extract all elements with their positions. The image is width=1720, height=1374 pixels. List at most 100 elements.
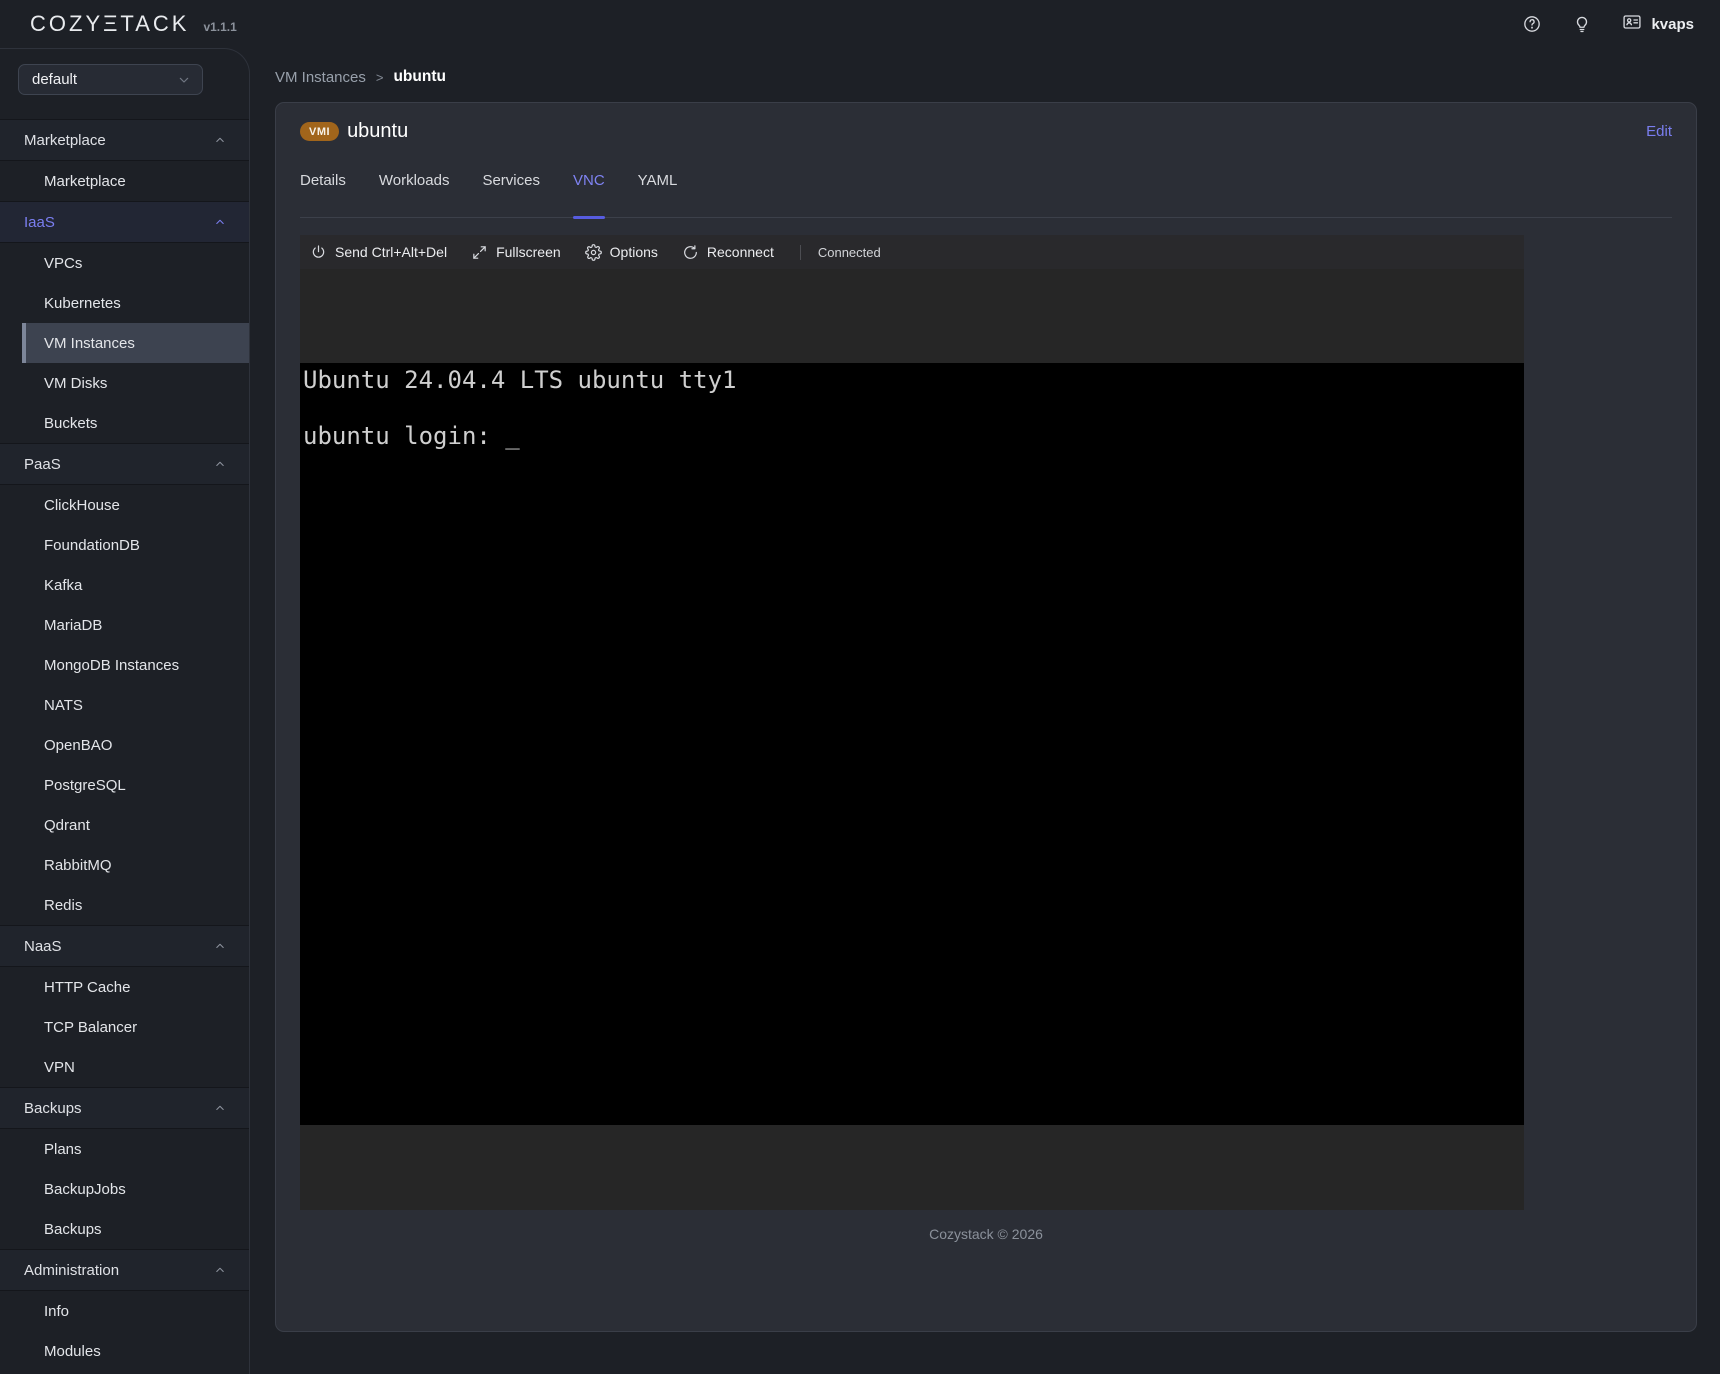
sidebar-item-vm-disks[interactable]: VM Disks [22, 363, 249, 403]
chevron-down-icon [176, 72, 192, 88]
sidebar-nav: Marketplace Marketplace IaaS VPCs Kubern… [0, 119, 249, 1371]
reconnect-label: Reconnect [707, 244, 774, 260]
terminal-line [303, 394, 1524, 422]
sidebar-item-http-cache[interactable]: HTTP Cache [22, 967, 249, 1007]
app-version: v1.1.1 [203, 20, 236, 34]
vmi-badge: VMI [300, 122, 339, 141]
power-icon [310, 244, 327, 261]
sidebar-section-marketplace: Marketplace Marketplace [0, 119, 249, 201]
tab-yaml[interactable]: YAML [638, 169, 678, 217]
sidebar-item-tcp-balancer[interactable]: TCP Balancer [22, 1007, 249, 1047]
lightbulb-icon[interactable] [1572, 14, 1592, 34]
help-icon[interactable] [1522, 14, 1542, 34]
sidebar-item-buckets[interactable]: Buckets [22, 403, 249, 443]
username: kvaps [1651, 16, 1694, 33]
sidebar-item-info[interactable]: Info [22, 1291, 249, 1331]
fullscreen-icon [471, 244, 488, 261]
chevron-up-icon [213, 215, 227, 229]
user-menu[interactable]: kvaps [1622, 12, 1694, 37]
sidebar-item-rabbitmq[interactable]: RabbitMQ [22, 845, 249, 885]
sidebar-section-header-marketplace[interactable]: Marketplace [0, 119, 249, 161]
tab-vnc[interactable]: VNC [573, 169, 605, 217]
gear-icon [585, 244, 602, 261]
breadcrumb: VM Instances > ubuntu [275, 62, 1720, 92]
sidebar-item-mongodb-instances[interactable]: MongoDB Instances [22, 645, 249, 685]
connection-status: Connected [800, 245, 881, 260]
namespace-select[interactable]: default [18, 64, 203, 95]
sidebar-section-header-naas[interactable]: NaaS [0, 925, 249, 967]
sidebar-item-kafka[interactable]: Kafka [22, 565, 249, 605]
sidebar-item-backupjobs[interactable]: BackupJobs [22, 1169, 249, 1209]
sidebar-section-paas: PaaS ClickHouse FoundationDB Kafka Maria… [0, 443, 249, 925]
sidebar-item-foundationdb[interactable]: FoundationDB [22, 525, 249, 565]
tabs: Details Workloads Services VNC YAML [300, 169, 1672, 218]
tab-services[interactable]: Services [482, 169, 540, 217]
sidebar-item-vpcs[interactable]: VPCs [22, 243, 249, 283]
namespace-value: default [32, 71, 77, 88]
chevron-up-icon [213, 1101, 227, 1115]
reload-icon [682, 244, 699, 261]
terminal-line: ubuntu login: _ [303, 422, 1524, 450]
terminal-line: Ubuntu 24.04.4 LTS ubuntu tty1 [303, 366, 1524, 394]
sidebar-section-naas: NaaS HTTP Cache TCP Balancer VPN [0, 925, 249, 1087]
chevron-up-icon [213, 939, 227, 953]
fullscreen-button[interactable]: Fullscreen [471, 244, 561, 261]
topbar: COZYΞTACK v1.1.1 kvaps [0, 0, 1720, 48]
main-content: VM Instances > ubuntu VMI ubuntu Edit De… [250, 48, 1720, 1374]
sidebar: default Marketplace Marketplace IaaS VPC… [0, 48, 250, 1374]
sidebar-item-vpn[interactable]: VPN [22, 1047, 249, 1087]
sidebar-section-iaas: IaaS VPCs Kubernetes VM Instances VM Dis… [0, 201, 249, 443]
logo-text: COZYΞTACK [30, 11, 189, 37]
sidebar-section-administration: Administration Info Modules [0, 1249, 249, 1371]
sidebar-item-mariadb[interactable]: MariaDB [22, 605, 249, 645]
edit-button[interactable]: Edit [1646, 123, 1672, 140]
sidebar-item-vm-instances[interactable]: VM Instances [22, 323, 249, 363]
breadcrumb-parent[interactable]: VM Instances [275, 69, 366, 86]
sidebar-item-clickhouse[interactable]: ClickHouse [22, 485, 249, 525]
chevron-up-icon [213, 457, 227, 471]
options-label: Options [610, 244, 658, 260]
sidebar-item-plans[interactable]: Plans [22, 1129, 249, 1169]
chevron-up-icon [213, 1263, 227, 1277]
reconnect-button[interactable]: Reconnect [682, 244, 774, 261]
section-label: Administration [24, 1262, 119, 1279]
sidebar-item-redis[interactable]: Redis [22, 885, 249, 925]
options-button[interactable]: Options [585, 244, 658, 261]
footer-copyright: Cozystack © 2026 [300, 1226, 1672, 1246]
send-ctrl-alt-del-button[interactable]: Send Ctrl+Alt+Del [310, 244, 447, 261]
sidebar-item-openbao[interactable]: OpenBAO [22, 725, 249, 765]
sidebar-item-marketplace[interactable]: Marketplace [22, 161, 249, 201]
sidebar-item-kubernetes[interactable]: Kubernetes [22, 283, 249, 323]
card-header: VMI ubuntu Edit [300, 117, 1672, 145]
id-badge-icon [1622, 12, 1642, 37]
section-label: PaaS [24, 456, 61, 473]
section-label: Backups [24, 1100, 82, 1117]
vnc-toolbar: Send Ctrl+Alt+Del Fullscreen Options Rec… [300, 235, 1524, 269]
sidebar-section-backups: Backups Plans BackupJobs Backups [0, 1087, 249, 1249]
page-title: ubuntu [347, 120, 408, 143]
section-label: Marketplace [24, 132, 106, 149]
vm-instance-card: VMI ubuntu Edit Details Workloads Servic… [275, 102, 1697, 1332]
sidebar-item-postgresql[interactable]: PostgreSQL [22, 765, 249, 805]
section-label: IaaS [24, 214, 55, 231]
sidebar-item-modules[interactable]: Modules [22, 1331, 249, 1371]
sidebar-item-backups[interactable]: Backups [22, 1209, 249, 1249]
chevron-up-icon [213, 133, 227, 147]
logo[interactable]: COZYΞTACK v1.1.1 [30, 11, 237, 37]
send-ctrl-alt-del-label: Send Ctrl+Alt+Del [335, 244, 447, 260]
sidebar-section-header-backups[interactable]: Backups [0, 1087, 249, 1129]
section-label: NaaS [24, 938, 62, 955]
tab-workloads[interactable]: Workloads [379, 169, 450, 217]
sidebar-item-qdrant[interactable]: Qdrant [22, 805, 249, 845]
sidebar-section-header-paas[interactable]: PaaS [0, 443, 249, 485]
vnc-framebuffer[interactable]: Ubuntu 24.04.4 LTS ubuntu tty1 ubuntu lo… [300, 363, 1524, 1125]
sidebar-item-nats[interactable]: NATS [22, 685, 249, 725]
fullscreen-label: Fullscreen [496, 244, 561, 260]
tab-details[interactable]: Details [300, 169, 346, 217]
topbar-actions: kvaps [1522, 12, 1694, 37]
sidebar-section-header-administration[interactable]: Administration [0, 1249, 249, 1291]
vnc-display[interactable]: Ubuntu 24.04.4 LTS ubuntu tty1 ubuntu lo… [300, 269, 1524, 1210]
breadcrumb-separator: > [376, 70, 384, 85]
breadcrumb-current: ubuntu [393, 68, 446, 86]
sidebar-section-header-iaas[interactable]: IaaS [0, 201, 249, 243]
